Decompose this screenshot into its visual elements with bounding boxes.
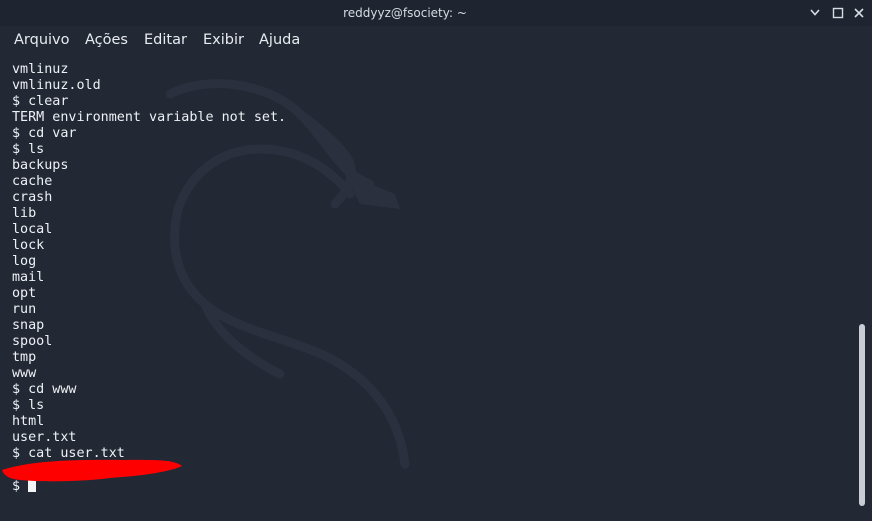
text-cursor — [28, 478, 37, 492]
terminal-line: lib — [12, 206, 37, 221]
terminal-output[interactable]: vmlinuz vmlinuz.old $ clear TERM environ… — [0, 54, 872, 521]
terminal-line: log — [12, 254, 37, 269]
close-icon — [854, 8, 864, 18]
terminal-line: $ cat user.txt — [12, 446, 125, 461]
title-bar[interactable]: reddyyz@fsociety: ~ — [0, 0, 872, 26]
terminal-line: crash — [12, 190, 53, 205]
scrollbar-thumb[interactable] — [859, 324, 865, 506]
terminal-line: lock — [12, 238, 45, 253]
menu-ajuda[interactable]: Ajuda — [259, 31, 300, 49]
terminal-line: snap — [12, 318, 45, 333]
terminal-line: spool — [12, 334, 53, 349]
minimize-button[interactable] — [808, 6, 822, 20]
terminal-line: $ cd www — [12, 382, 77, 397]
terminal-line: run — [12, 302, 37, 317]
terminal-window: reddyyz@fsociety: ~ Arquivo Ações Editar… — [0, 0, 872, 521]
terminal-line: $ ls — [12, 398, 45, 413]
menu-acoes[interactable]: Ações — [85, 31, 128, 49]
prompt-text: $ — [12, 479, 29, 494]
prompt-line[interactable]: $ — [12, 478, 286, 494]
menu-arquivo[interactable]: Arquivo — [14, 31, 70, 49]
terminal-line: user.txt — [12, 430, 77, 445]
terminal-line: opt — [12, 286, 37, 301]
terminal-line: backups — [12, 158, 69, 173]
terminal-line: TERM environment variable not set. — [12, 110, 287, 125]
minimize-icon — [810, 9, 820, 16]
terminal-line: $ cd var — [12, 126, 77, 141]
redacted-line — [12, 462, 286, 478]
terminal-line: tmp — [12, 350, 37, 365]
terminal-line: mail — [12, 270, 45, 285]
terminal-line: vmlinuz — [12, 62, 69, 77]
maximize-button[interactable] — [831, 6, 845, 20]
terminal-line: html — [12, 414, 45, 429]
terminal-line: $ ls — [12, 142, 45, 157]
menu-bar: Arquivo Ações Editar Exibir Ajuda — [0, 26, 872, 54]
maximize-icon — [832, 7, 844, 19]
terminal-line: vmlinuz.old — [12, 78, 101, 93]
window-title: reddyyz@fsociety: ~ — [343, 6, 467, 20]
terminal-line: www — [12, 366, 37, 381]
menu-exibir[interactable]: Exibir — [203, 31, 244, 49]
close-button[interactable] — [852, 6, 866, 20]
terminal-lines: vmlinuz vmlinuz.old $ clear TERM environ… — [12, 62, 286, 494]
menu-editar[interactable]: Editar — [144, 31, 187, 49]
terminal-line: $ clear — [12, 94, 69, 109]
terminal-line: cache — [12, 174, 53, 189]
terminal-line: local — [12, 222, 53, 237]
